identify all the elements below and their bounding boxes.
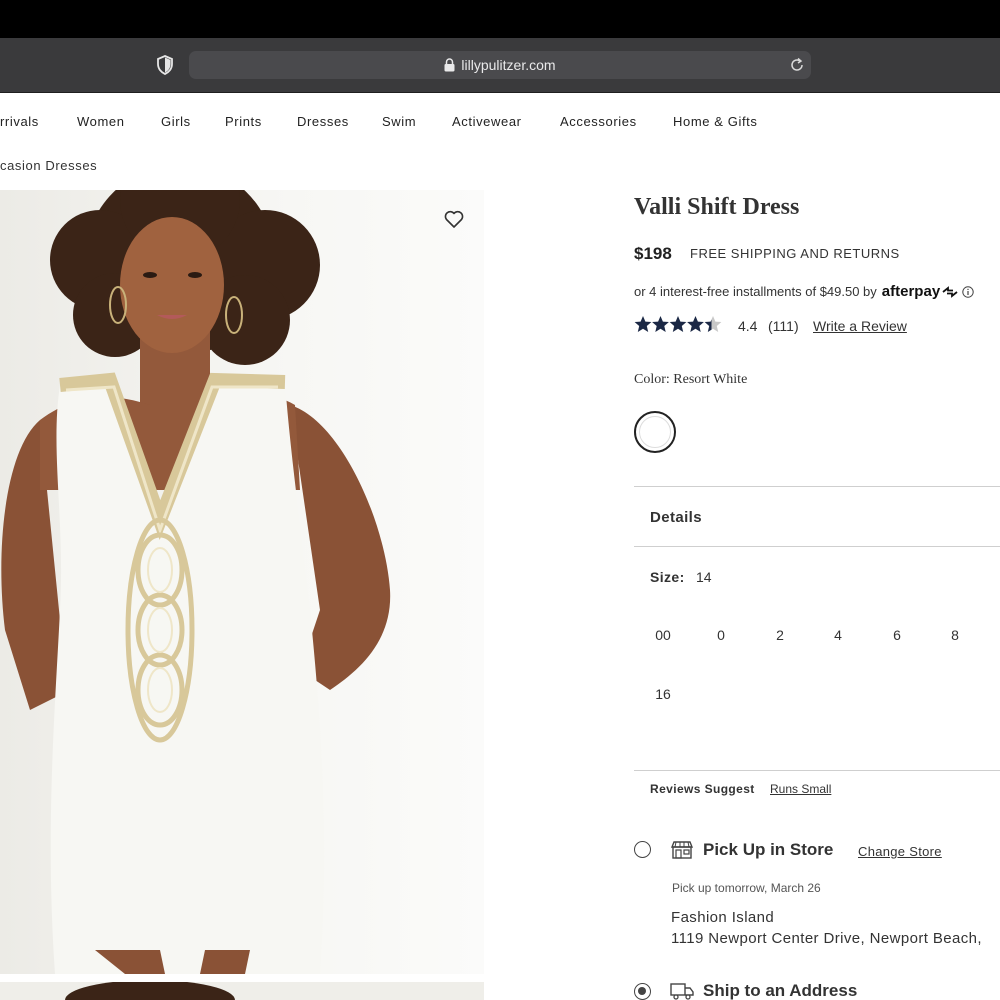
rating-value: 4.4 bbox=[738, 318, 758, 334]
star-icon bbox=[669, 316, 687, 332]
main-nav: rrivals Women Girls Prints Dresses Swim … bbox=[0, 93, 1000, 149]
reload-icon[interactable] bbox=[789, 57, 805, 73]
size-option-00[interactable]: 00 bbox=[648, 627, 678, 643]
heart-icon[interactable] bbox=[443, 208, 465, 230]
shield-icon[interactable] bbox=[155, 55, 175, 75]
lock-icon bbox=[444, 58, 455, 72]
size-option-16[interactable]: 16 bbox=[648, 686, 678, 702]
address-bar[interactable]: lillypulitzer.com bbox=[189, 51, 811, 79]
product-image-secondary[interactable] bbox=[0, 982, 484, 1000]
afterpay-logo-icon bbox=[942, 285, 958, 298]
change-store-link[interactable]: Change Store bbox=[858, 844, 942, 859]
nav-dresses[interactable]: Dresses bbox=[297, 114, 349, 129]
divider bbox=[634, 486, 1000, 487]
nav-girls[interactable]: Girls bbox=[161, 114, 191, 129]
browser-toolbar: lillypulitzer.com bbox=[0, 38, 1000, 93]
size-option-4[interactable]: 4 bbox=[823, 627, 853, 643]
afterpay-message: or 4 interest-free installments of $49.5… bbox=[634, 283, 974, 300]
pickup-title[interactable]: Pick Up in Store bbox=[703, 840, 833, 860]
store-address: 1119 Newport Center Drive, Newport Beach… bbox=[671, 930, 982, 947]
truck-icon bbox=[670, 983, 694, 1000]
url-text[interactable]: lillypulitzer.com bbox=[461, 57, 555, 73]
nav-new-arrivals[interactable]: rrivals bbox=[0, 114, 39, 129]
shipping-note: FREE SHIPPING AND RETURNS bbox=[690, 246, 900, 261]
divider bbox=[634, 770, 1000, 771]
nav-activewear[interactable]: Activewear bbox=[452, 114, 522, 129]
size-option-8[interactable]: 8 bbox=[940, 627, 970, 643]
star-icon bbox=[634, 316, 652, 332]
nav-swim[interactable]: Swim bbox=[382, 114, 416, 129]
pickup-date: Pick up tomorrow, March 26 bbox=[672, 881, 821, 895]
size-option-0[interactable]: 0 bbox=[706, 627, 736, 643]
color-swatch-resort-white[interactable] bbox=[634, 411, 676, 453]
reviews-suggest-label: Reviews Suggest bbox=[650, 782, 755, 796]
write-review-link[interactable]: Write a Review bbox=[813, 318, 907, 334]
size-option-6[interactable]: 6 bbox=[882, 627, 912, 643]
store-icon bbox=[670, 841, 694, 859]
product-image[interactable] bbox=[0, 190, 484, 974]
installments-text: or 4 interest-free installments of $49.5… bbox=[634, 284, 877, 299]
size-option-2[interactable]: 2 bbox=[765, 627, 795, 643]
nav-home-gifts[interactable]: Home & Gifts bbox=[673, 114, 758, 129]
hair-illustration bbox=[0, 982, 484, 1000]
star-icon bbox=[704, 316, 722, 332]
size-label: Size: bbox=[650, 569, 685, 585]
radio-selected-dot bbox=[638, 987, 646, 995]
product-price: $198 bbox=[634, 244, 672, 263]
nav-prints[interactable]: Prints bbox=[225, 114, 262, 129]
swatch-fill bbox=[639, 416, 671, 448]
divider bbox=[634, 546, 1000, 547]
store-name: Fashion Island bbox=[671, 909, 775, 926]
window-titlebar bbox=[0, 0, 1000, 38]
star-icon bbox=[652, 316, 669, 332]
nav-accessories[interactable]: Accessories bbox=[560, 114, 637, 129]
details-accordion[interactable]: Details bbox=[650, 509, 702, 526]
afterpay-brand[interactable]: afterpay bbox=[882, 283, 940, 300]
reviews-suggest-value[interactable]: Runs Small bbox=[770, 782, 831, 796]
size-selected: 14 bbox=[696, 569, 712, 585]
rating-stars[interactable] bbox=[634, 314, 724, 334]
info-icon[interactable] bbox=[962, 285, 974, 298]
product-title: Valli Shift Dress bbox=[634, 194, 800, 220]
ship-title[interactable]: Ship to an Address bbox=[703, 981, 857, 1000]
breadcrumb[interactable]: casion Dresses bbox=[0, 158, 97, 173]
nav-women[interactable]: Women bbox=[77, 114, 125, 129]
ship-radio[interactable] bbox=[634, 983, 651, 1000]
review-count[interactable]: (111) bbox=[768, 318, 799, 334]
star-icon bbox=[687, 316, 704, 332]
color-label: Color: Resort White bbox=[634, 372, 748, 387]
model-illustration bbox=[0, 190, 484, 974]
pickup-radio[interactable] bbox=[634, 841, 651, 858]
